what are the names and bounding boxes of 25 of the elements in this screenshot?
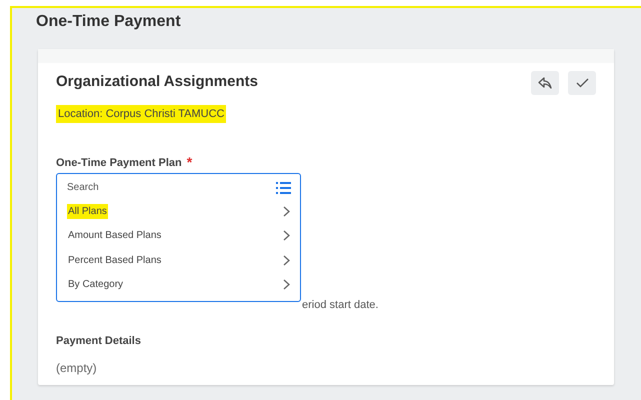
plan-option[interactable]: All Plans xyxy=(57,199,300,224)
plan-option[interactable]: By Category xyxy=(57,272,300,297)
check-icon xyxy=(576,78,588,88)
chevron-right-icon xyxy=(283,279,290,290)
reply-arrow-icon xyxy=(538,77,552,89)
field-label: One-Time Payment Plan xyxy=(56,157,182,169)
section-title: Organizational Assignments xyxy=(56,72,258,90)
option-label: All Plans xyxy=(67,204,108,219)
list-icon[interactable] xyxy=(276,182,291,194)
undo-button[interactable] xyxy=(531,71,559,95)
option-label: By Category xyxy=(67,278,124,292)
chevron-right-icon xyxy=(283,254,290,266)
validation-message: eriod start date. xyxy=(302,299,378,311)
location-text: Location: Corpus Christi TAMUCC xyxy=(56,105,226,123)
plan-option[interactable]: Amount Based Plans xyxy=(57,224,300,248)
required-asterisk: * xyxy=(186,157,192,169)
chevron-right-icon xyxy=(283,206,290,217)
option-label: Amount Based Plans xyxy=(67,229,162,244)
page-title: One-Time Payment xyxy=(36,13,182,32)
field-label: Payment Details xyxy=(56,335,142,347)
confirm-button[interactable] xyxy=(568,71,596,95)
field-value: (empty) xyxy=(56,361,98,375)
plan-option[interactable]: Percent Based Plans xyxy=(57,248,300,272)
option-label: Percent Based Plans xyxy=(67,254,162,268)
chevron-right-icon xyxy=(283,230,290,242)
